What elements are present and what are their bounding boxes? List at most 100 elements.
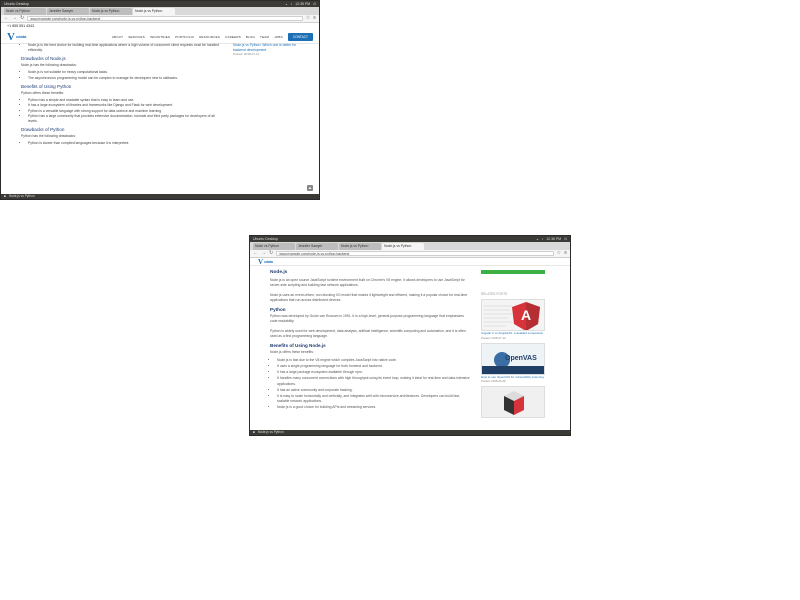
star-icon[interactable]: ☆ — [306, 16, 310, 21]
tab-label: Node.js vs Python — [384, 244, 412, 248]
browser-tab[interactable]: Jennifer Sawyer — [296, 243, 338, 250]
url-field[interactable]: www.example.com/node-js-vs-python-backen… — [27, 16, 303, 21]
reload-icon[interactable]: ↻ — [20, 16, 24, 21]
logo-mark-icon: V — [258, 258, 264, 266]
cube-icon — [504, 391, 524, 416]
page-viewport: V cdata Node.js Node.js is an open sourc… — [250, 258, 570, 430]
thumb-date: Posted: 2018-07-12 — [481, 335, 506, 340]
article-body: Node.js is the best choice for building … — [21, 43, 221, 147]
clock[interactable]: 12:35 PM — [295, 2, 310, 6]
box-thumbnail[interactable] — [481, 386, 545, 419]
wifi-icon[interactable]: ◒ — [536, 237, 538, 241]
menu-item[interactable]: ABOUT — [112, 35, 123, 39]
taskbar-app-icon[interactable]: ■ — [253, 430, 255, 435]
menu-item[interactable]: PORTFOLIO — [175, 35, 194, 39]
wifi-icon[interactable]: ◒ — [285, 2, 287, 6]
section-heading: Benefits of Using Node.js — [270, 343, 326, 349]
section-intro: Node.js has the following drawbacks: — [21, 63, 77, 67]
list-item: Python has a large community that provid… — [28, 114, 221, 124]
browser-tab[interactable]: Node vs Python — [253, 243, 295, 250]
browser-tab[interactable]: Node.js vs Python — [339, 243, 381, 250]
menu-item[interactable]: SERVICES — [128, 35, 145, 39]
list-item: Node.js is not suitable for heavy comput… — [28, 70, 221, 75]
tab-label: Node.js vs Python — [135, 9, 163, 13]
menu-icon[interactable]: ≡ — [564, 251, 567, 256]
taskbar: ■ Node.js vs Python — [1, 194, 319, 199]
benefits-python-list: Python has a simple and readable syntax … — [21, 98, 221, 125]
contact-button[interactable]: CONTACT — [287, 32, 313, 41]
angular-thumbnail[interactable]: A — [481, 299, 545, 331]
system-tray: ◒ ♪ 12:36 PM ⏻ — [536, 237, 567, 241]
forward-arrow-icon[interactable]: → — [261, 251, 266, 256]
back-arrow-icon[interactable]: ← — [4, 16, 9, 21]
browser-tab[interactable]: Node.js vs Python — [90, 8, 132, 15]
section-intro: Python has the following drawbacks: — [21, 134, 76, 138]
menu-item[interactable]: BLOG — [246, 35, 255, 39]
browser-tab-active[interactable]: Node.js vs Python — [133, 8, 175, 15]
list-item: Node.js is fast due to the V8 engine whi… — [277, 358, 470, 363]
menu-item[interactable]: JOBS — [274, 35, 283, 39]
chevron-up-icon: ▲ — [308, 185, 312, 190]
menu-item[interactable]: TEAM — [260, 35, 269, 39]
list-item: The asynchronous programming model can b… — [28, 76, 221, 81]
list-item: It has a large package ecosystem availab… — [277, 370, 470, 375]
page-viewport: +1 855 551 4343 V cdata ABOUT SERVICES I… — [1, 23, 319, 194]
menu-icon[interactable]: ≡ — [313, 16, 316, 21]
forward-arrow-icon[interactable]: → — [12, 16, 17, 21]
taskbar-label[interactable]: Node.js vs Python — [258, 430, 284, 435]
sidebar-accent-bar — [481, 270, 545, 274]
tab-label: Jennifer Sawyer — [298, 244, 323, 248]
menu-item[interactable]: INDUSTRIES — [150, 35, 170, 39]
power-icon[interactable]: ⏻ — [564, 237, 567, 241]
back-arrow-icon[interactable]: ← — [253, 251, 258, 256]
site-logo[interactable]: V cdata — [258, 258, 273, 266]
browser-window-1: Ubuntu Desktop ◒ ♪ 12:35 PM ⏻ Node vs Py… — [0, 0, 320, 200]
power-icon[interactable]: ⏻ — [313, 2, 316, 6]
reload-icon[interactable]: ↻ — [269, 251, 273, 256]
tab-label: Node.js vs Python — [92, 9, 120, 13]
openvas-thumbnail[interactable]: OpenVAS — [481, 342, 545, 375]
list-item: Node.js is the best choice for building … — [28, 43, 221, 53]
address-bar: ← → ↻ www.example.com/node-js-vs-python-… — [1, 15, 319, 23]
scroll-top-button[interactable]: ▲ — [307, 185, 313, 191]
menu-item[interactable]: RESOURCES — [199, 35, 220, 39]
browser-tab[interactable]: Node vs Python — [4, 8, 46, 15]
article-body: Node.js Node.js is an open source JavaSc… — [270, 267, 470, 411]
site-phone: +1 855 551 4343 — [7, 24, 35, 28]
section-intro: Node.js offers these benefits: — [270, 350, 314, 355]
main-menu: ABOUT SERVICES INDUSTRIES PORTFOLIO RESO… — [112, 35, 283, 39]
paragraph: Python was developed by Guido van Rossum… — [270, 314, 464, 324]
url-field[interactable]: www.example.com/node-js-vs-python-backen… — [276, 251, 554, 256]
section-heading: Node.js — [270, 270, 288, 275]
logo-mark-icon: V — [7, 30, 15, 43]
sidebar-post: Node.js vs Python: Which one is better f… — [233, 43, 303, 57]
tab-strip: Node vs Python Jennifer Sawyer Node.js v… — [250, 242, 570, 250]
volume-icon[interactable]: ♪ — [290, 2, 292, 6]
related-posts: RELATED POSTS A Angular 2 vs AngularJS: … — [481, 292, 547, 419]
paragraph: Node.js is an open source JavaScript run… — [270, 278, 465, 288]
system-title: Ubuntu Desktop — [4, 2, 30, 6]
address-bar: ← → ↻ www.example.com/node-js-vs-python-… — [250, 250, 570, 258]
tab-label: Jennifer Sawyer — [49, 9, 74, 13]
clock[interactable]: 12:36 PM — [546, 237, 561, 241]
list-item: It has a large ecosystem of libraries an… — [28, 103, 221, 108]
taskbar-app-icon[interactable]: ■ — [4, 194, 6, 199]
logo-text: cdata — [264, 259, 273, 264]
benefits-node-list: Node.js is fast due to the V8 engine whi… — [270, 358, 470, 410]
taskbar: ■ Node.js vs Python — [250, 430, 570, 435]
site-logo[interactable]: V cdata — [7, 31, 26, 43]
list-item: It is easy to scale horizontally and ver… — [277, 394, 470, 404]
section-heading: Drawbacks of Python — [21, 127, 65, 132]
paragraph: Python is widely used for web developmen… — [270, 328, 466, 338]
star-icon[interactable]: ☆ — [557, 251, 561, 256]
list-item: Python has a simple and readable syntax … — [28, 98, 221, 103]
browser-tab[interactable]: Jennifer Sawyer — [47, 8, 89, 15]
list-item: It has an active community and corporate… — [277, 388, 470, 393]
taskbar-label[interactable]: Node.js vs Python — [9, 194, 35, 199]
volume-icon[interactable]: ♪ — [541, 237, 543, 241]
section-intro: Python offers these benefits: — [21, 90, 64, 95]
browser-tab-active[interactable]: Node.js vs Python — [382, 243, 424, 250]
sidebar-link[interactable]: Node.js vs Python: Which one is better f… — [233, 43, 303, 52]
list-item: It handles many concurrent connections w… — [277, 376, 470, 386]
menu-item[interactable]: CAREERS — [225, 35, 241, 39]
